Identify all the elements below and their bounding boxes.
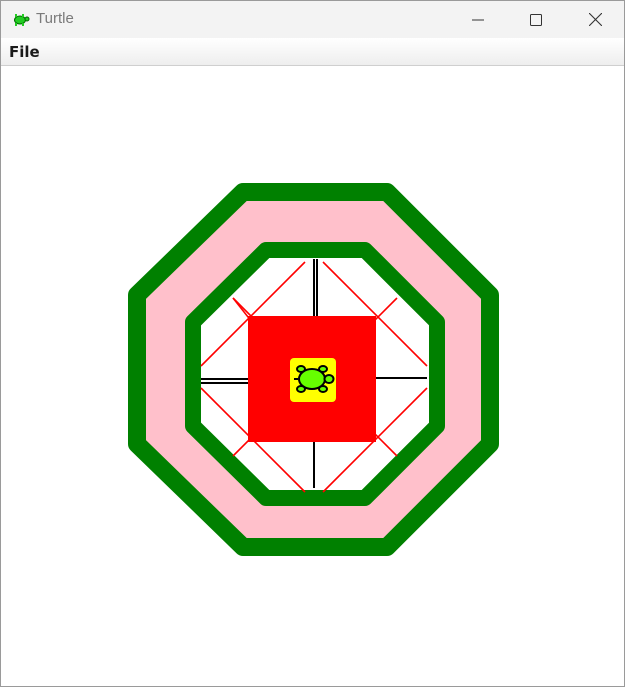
- menu-file[interactable]: File: [9, 43, 40, 61]
- drawing-canvas[interactable]: [1, 66, 624, 686]
- maximize-button[interactable]: [507, 1, 565, 38]
- close-button[interactable]: [566, 1, 624, 38]
- turtle-icon: [12, 11, 30, 27]
- app-window: Turtle File: [0, 0, 625, 687]
- close-icon: [588, 13, 602, 26]
- window-title: Turtle: [36, 10, 74, 27]
- minimize-button[interactable]: [449, 1, 507, 38]
- maximize-icon: [530, 13, 542, 26]
- turtle-drawing: [128, 183, 499, 556]
- minimize-icon: [472, 14, 484, 26]
- title-bar[interactable]: Turtle: [1, 1, 624, 38]
- menu-bar: File: [1, 38, 624, 66]
- turtle-icon: [294, 365, 335, 393]
